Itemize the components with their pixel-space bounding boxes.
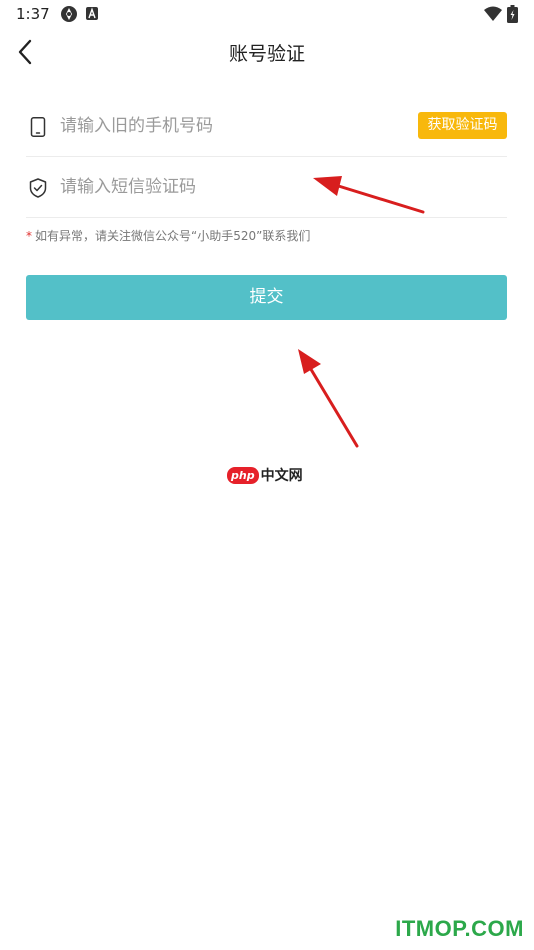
shield-check-icon	[29, 178, 47, 198]
submit-button[interactable]: 提交	[26, 275, 507, 320]
arrow-to-submit-button	[298, 349, 359, 448]
phone-input[interactable]	[60, 112, 390, 140]
sync-icon	[61, 6, 77, 22]
notice-text: * 如有异常，请关注微信公众号“小助手520”联系我们	[26, 227, 310, 244]
php-watermark-text: 中文网	[260, 468, 303, 484]
phone-field-row: 获取验证码	[26, 96, 507, 157]
sms-code-input[interactable]	[60, 173, 390, 201]
nav-bar: 账号验证	[0, 28, 534, 76]
itmop-watermark: ITMOP.COM	[395, 916, 524, 941]
php-watermark: php 中文网	[227, 465, 303, 485]
battery-icon	[507, 5, 518, 23]
notice-star: *	[26, 229, 32, 243]
notice-message: 如有异常，请关注微信公众号“小助手520”联系我们	[35, 229, 311, 243]
status-time: 1:37	[16, 5, 50, 23]
wifi-icon	[484, 6, 502, 21]
phone-icon	[30, 117, 46, 137]
php-logo: php	[227, 466, 259, 484]
get-code-button[interactable]: 获取验证码	[418, 112, 507, 139]
sms-code-field-row	[26, 157, 507, 218]
page-title: 账号验证	[228, 43, 305, 65]
a-icon	[86, 7, 98, 20]
status-bar: 1:37	[0, 0, 534, 28]
